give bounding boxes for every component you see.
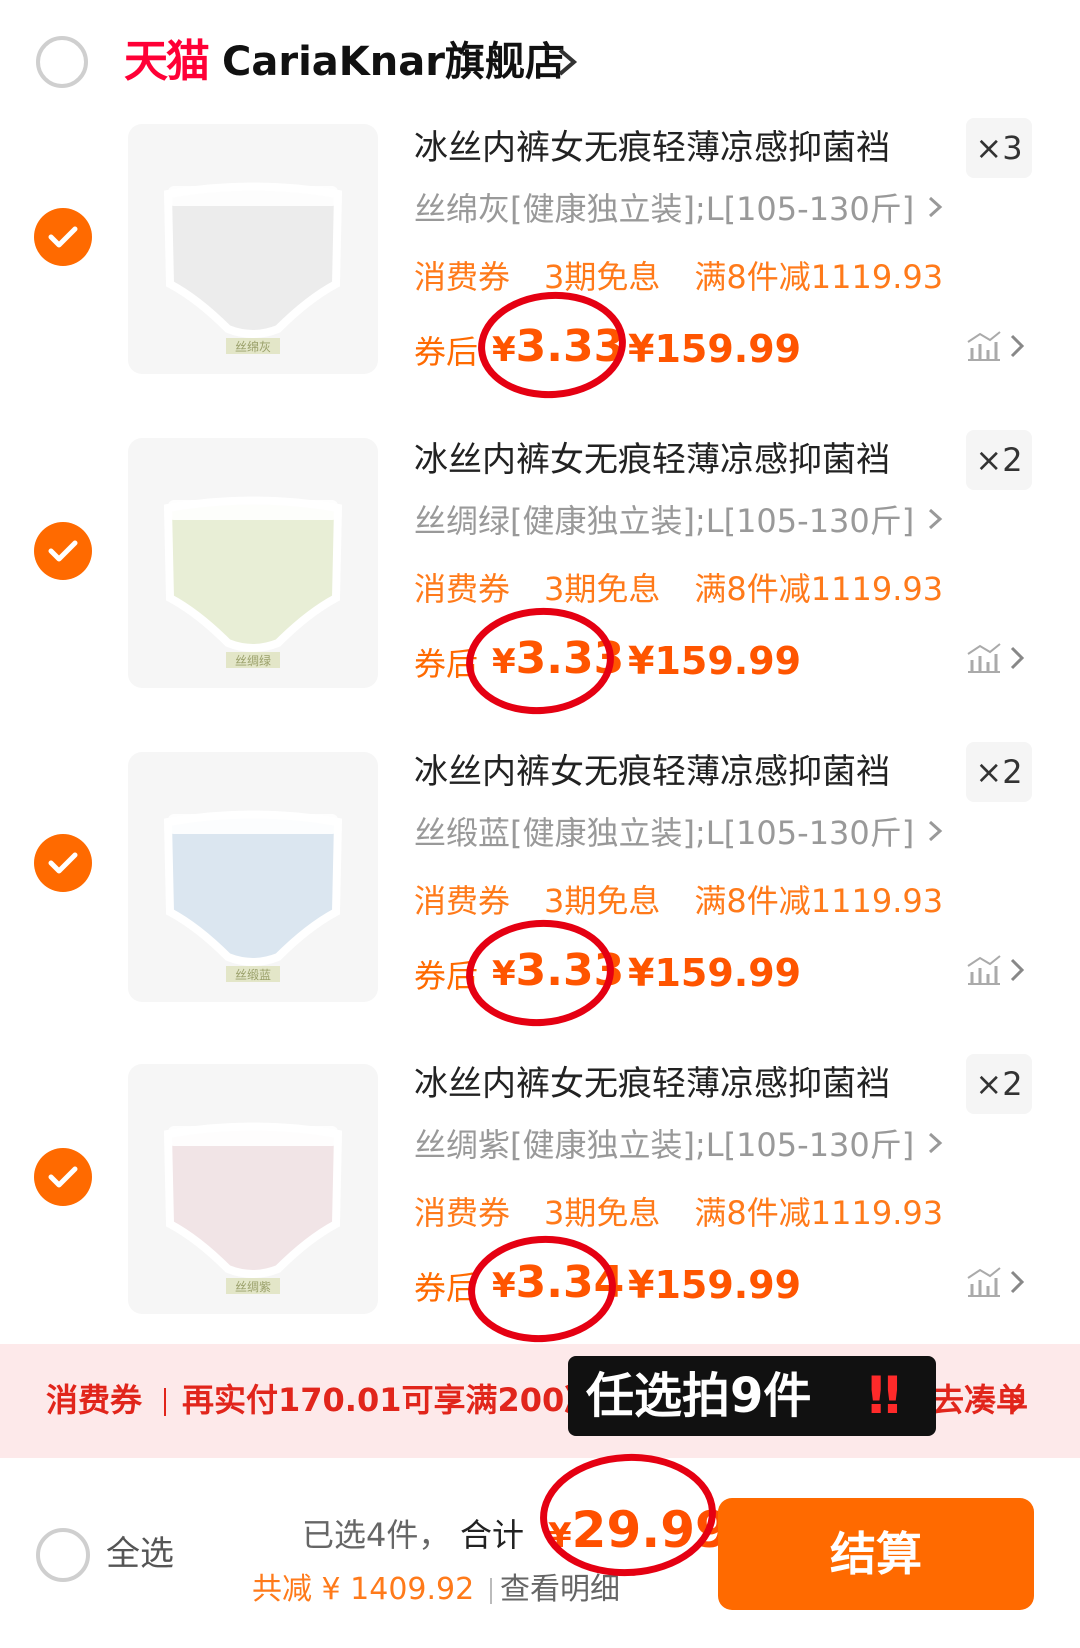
sku-selector[interactable]: 丝绸紫[健康独立装];L[105-130斤] [414, 1122, 948, 1168]
thumb-tag: 丝绵灰 [235, 340, 271, 354]
sku-text: 丝绸绿[健康独立装];L[105-130斤] [414, 502, 915, 540]
overlay-text: 任选拍9件 [586, 1368, 812, 1424]
quantity-badge[interactable]: ×2 [966, 430, 1032, 490]
promo-tag: 消费券 [414, 258, 511, 296]
after-coupon-label: 券后 [414, 333, 479, 371]
product-title[interactable]: 冰丝内裤女无痕轻薄凉感抑菌裆 [414, 124, 890, 172]
quantity-badge[interactable]: ×3 [966, 118, 1032, 178]
check-icon [48, 852, 78, 874]
total-discount: 共减 ¥ 1409.92 [252, 1572, 475, 1607]
promo-tag: 满8件减1119.93 [694, 570, 944, 608]
check-icon [48, 540, 78, 562]
annotation-circle [474, 286, 630, 404]
promo-tag: 满8件减1119.93 [694, 258, 944, 296]
product-title[interactable]: 冰丝内裤女无痕轻薄凉感抑菌裆 [414, 1060, 890, 1108]
promo-tags: 消费券 3期免息 满8件减1119.93 [414, 878, 977, 924]
thumb-tag: 丝绸紫 [235, 1280, 271, 1294]
detail-divider [490, 1578, 492, 1604]
tmall-logo: 天猫 [124, 36, 210, 87]
promo-tag: 消费券 [414, 570, 511, 608]
item-checkbox[interactable] [34, 1148, 92, 1206]
check-icon [48, 1166, 78, 1188]
product-thumbnail[interactable]: 丝绵灰 [128, 124, 378, 374]
selected-count: 已选4件， [302, 1516, 451, 1554]
sku-selector[interactable]: 丝缎蓝[健康独立装];L[105-130斤] [414, 810, 948, 856]
promo-tag: 消费券 [414, 882, 511, 920]
chevron-right-icon [929, 1132, 943, 1154]
item-checkbox[interactable] [34, 522, 92, 580]
cart-item: 丝绸紫 冰丝内裤女无痕轻薄凉感抑菌裆 ×2 丝绸紫[健康独立装];L[105-1… [0, 1050, 1080, 1362]
product-thumbnail[interactable]: 丝缎蓝 [128, 752, 378, 1002]
cart-item: 丝绸绿 冰丝内裤女无痕轻薄凉感抑菌裆 ×2 丝绸绿[健康独立装];L[105-1… [0, 424, 1080, 736]
cart-item: 丝缎蓝 冰丝内裤女无痕轻薄凉感抑菌裆 ×2 丝缎蓝[健康独立装];L[105-1… [0, 738, 1080, 1050]
coupon-divider [164, 1388, 166, 1416]
quantity-badge[interactable]: ×2 [966, 1054, 1032, 1114]
price-trend-icon[interactable] [962, 1262, 1054, 1302]
cart-item: 丝绵灰 冰丝内裤女无痕轻薄凉感抑菌裆 ×3 丝绵灰[健康独立装];L[105-1… [0, 112, 1080, 424]
double-exclamation-icon: ‼ [868, 1366, 900, 1426]
original-price: ¥159.99 [628, 1263, 802, 1307]
price-trend-icon[interactable] [962, 950, 1054, 990]
chevron-right-icon [929, 196, 943, 218]
store-select-radio[interactable] [36, 36, 88, 88]
promo-tag: 3期免息 [544, 258, 661, 296]
sku-selector[interactable]: 丝绸绿[健康独立装];L[105-130斤] [414, 498, 948, 544]
quantity-badge[interactable]: ×2 [966, 742, 1032, 802]
store-header: 天猫 CariaKnar旗舰店 [0, 0, 1080, 120]
annotation-circle [462, 914, 618, 1032]
product-title[interactable]: 冰丝内裤女无痕轻薄凉感抑菌裆 [414, 748, 890, 796]
chevron-right-icon[interactable] [1006, 1388, 1030, 1418]
annotation-circle [464, 1230, 620, 1348]
item-checkbox[interactable] [34, 834, 92, 892]
price-trend-icon[interactable] [962, 326, 1054, 366]
total-label: 合计 [460, 1516, 525, 1554]
promo-tag: 3期免息 [544, 1194, 661, 1232]
sku-selector[interactable]: 丝绵灰[健康独立装];L[105-130斤] [414, 186, 948, 232]
promo-tag: 3期免息 [544, 570, 661, 608]
annotation-circle [462, 602, 618, 720]
product-image: 丝缎蓝 [128, 752, 378, 1002]
overlay-caption: 任选拍9件 ‼ [568, 1356, 936, 1436]
promo-tags: 消费券 3期免息 满8件减1119.93 [414, 566, 977, 612]
original-price: ¥159.99 [628, 639, 802, 683]
promo-tag: 满8件减1119.93 [694, 1194, 944, 1232]
product-thumbnail[interactable]: 丝绸紫 [128, 1064, 378, 1314]
checkout-button[interactable]: 结算 [718, 1498, 1034, 1610]
view-details-link[interactable]: 查看明细 [500, 1568, 620, 1612]
promo-tag: 消费券 [414, 1194, 511, 1232]
thumb-tag: 丝缎蓝 [235, 967, 271, 982]
promo-tag: 满8件减1119.93 [694, 882, 944, 920]
item-checkbox[interactable] [34, 208, 92, 266]
thumb-tag: 丝绸绿 [235, 653, 271, 668]
select-all-label[interactable]: 全选 [106, 1530, 174, 1578]
chevron-right-icon [929, 820, 943, 842]
promo-tag: 3期免息 [544, 882, 661, 920]
product-image: 丝绵灰 [128, 124, 378, 374]
check-icon [48, 226, 78, 248]
price-trend-icon[interactable] [962, 638, 1054, 678]
sku-text: 丝绵灰[健康独立装];L[105-130斤] [414, 190, 915, 228]
product-title[interactable]: 冰丝内裤女无痕轻薄凉感抑菌裆 [414, 436, 890, 484]
promo-tags: 消费券 3期免息 满8件减1119.93 [414, 1190, 977, 1236]
sku-text: 丝绸紫[健康独立装];L[105-130斤] [414, 1126, 915, 1164]
chevron-right-icon[interactable] [548, 38, 588, 86]
chevron-right-icon [929, 508, 943, 530]
checkout-footer: 全选 已选4件， 合计 ¥29.99 共减 ¥ 1409.92 查看明细 结算 [0, 1458, 1080, 1648]
original-price: ¥159.99 [628, 327, 802, 371]
select-all-radio[interactable] [36, 1528, 90, 1582]
coupon-label: 消费券 [46, 1381, 143, 1419]
coupon-text: 再实付170.01可享满200减 [182, 1381, 597, 1419]
store-name[interactable]: CariaKnar旗舰店 [222, 34, 565, 90]
product-thumbnail[interactable]: 丝绸绿 [128, 438, 378, 688]
promo-tags: 消费券 3期免息 满8件减1119.93 [414, 254, 977, 300]
product-image: 丝绸紫 [128, 1064, 378, 1314]
original-price: ¥159.99 [628, 951, 802, 995]
product-image: 丝绸绿 [128, 438, 378, 688]
sku-text: 丝缎蓝[健康独立装];L[105-130斤] [414, 814, 915, 852]
